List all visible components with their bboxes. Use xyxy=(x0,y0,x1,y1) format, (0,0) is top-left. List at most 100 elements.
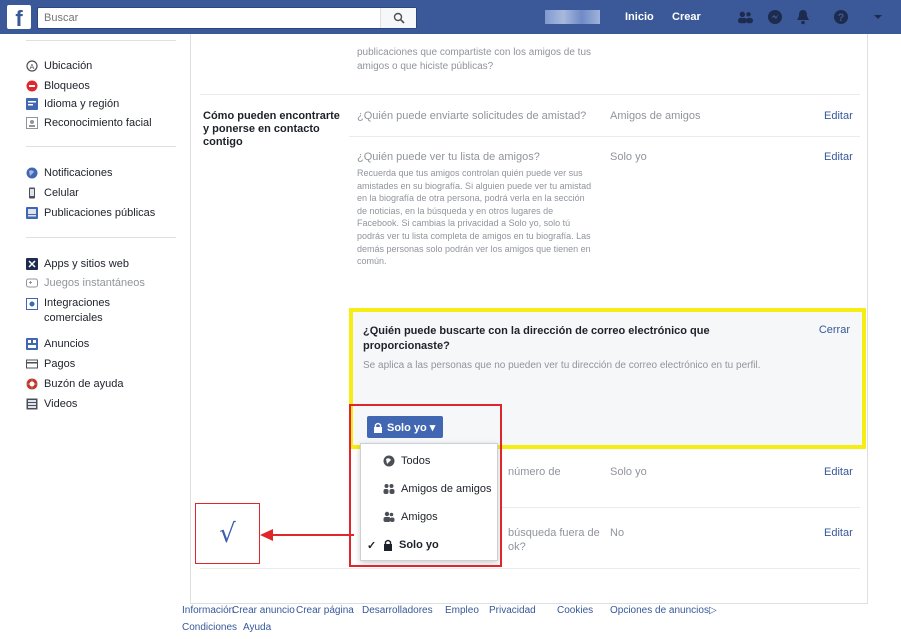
search-box xyxy=(37,7,417,29)
sidebar-item-payments[interactable]: Pagos xyxy=(26,358,75,370)
top-navigation-bar: f Inicio Crear ? xyxy=(0,0,901,34)
sidebar-item-instant-games[interactable]: Juegos instantáneos xyxy=(26,277,145,289)
notifications-bell-icon[interactable] xyxy=(795,9,811,25)
help-inbox-icon xyxy=(26,378,38,390)
footer-link-help[interactable]: Ayuda xyxy=(243,622,271,633)
edit-friend-list-link[interactable]: Editar xyxy=(824,151,853,163)
sidebar-item-videos[interactable]: Videos xyxy=(26,398,77,410)
ads-icon xyxy=(26,338,38,350)
row-divider xyxy=(349,136,860,137)
location-icon: A xyxy=(26,60,38,72)
sidebar-item-ads[interactable]: Anuncios xyxy=(26,338,89,350)
payments-icon xyxy=(26,359,38,369)
messenger-icon[interactable] xyxy=(767,9,783,25)
checkmark-icon: ✓ xyxy=(367,539,377,552)
profile-avatar[interactable] xyxy=(545,10,600,24)
audience-option-public[interactable]: Todos xyxy=(361,450,497,472)
search-icon xyxy=(393,12,405,24)
audience-option-friends[interactable]: Amigos xyxy=(361,506,497,528)
row-value: Solo yo xyxy=(610,466,647,478)
sidebar-item-apps[interactable]: Apps y sitios web xyxy=(26,258,129,270)
footer-link-about[interactable]: Información xyxy=(182,605,234,616)
friends-of-friends-icon xyxy=(383,484,395,494)
sidebar-divider xyxy=(26,146,176,147)
footer-link-ad-choices[interactable]: Opciones de anuncios▷ xyxy=(610,605,717,616)
search-button[interactable] xyxy=(380,8,416,28)
row-question-continued: ok? xyxy=(508,541,526,553)
close-link[interactable]: Cerrar xyxy=(819,324,850,336)
row-question: número de xyxy=(508,466,561,478)
section-title: Cómo pueden encontrarte y ponerse en con… xyxy=(203,110,340,148)
facebook-logo[interactable]: f xyxy=(7,5,31,29)
sidebar-item-label: Videos xyxy=(44,398,78,410)
footer-link-developers[interactable]: Desarrolladores xyxy=(362,605,433,616)
audience-option-friends-of-friends[interactable]: Amigos de amigos xyxy=(361,478,497,500)
audience-selector-button[interactable]: Solo yo ▾ xyxy=(367,416,444,438)
sidebar-divider xyxy=(26,237,176,238)
search-input[interactable] xyxy=(38,8,378,28)
sidebar-item-blocking[interactable]: Bloqueos xyxy=(26,80,90,92)
language-icon xyxy=(26,98,38,110)
sidebar-item-label: Apps y sitios web xyxy=(44,258,129,270)
sidebar-item-label: Buzón de ayuda xyxy=(44,378,124,390)
edit-friend-requests-link[interactable]: Editar xyxy=(824,110,853,122)
sidebar-item-face-recognition[interactable]: Reconocimiento facial xyxy=(26,117,152,129)
friend-requests-icon[interactable] xyxy=(737,9,753,25)
annotation-arrow-icon xyxy=(260,529,354,541)
row-value: No xyxy=(610,527,625,539)
apps-icon xyxy=(26,258,38,270)
block-icon xyxy=(26,80,38,92)
sidebar-item-label: Ubicación xyxy=(44,60,93,72)
row-question: búsqueda fuera de xyxy=(508,527,600,539)
edit-search-engines-link[interactable]: Editar xyxy=(824,527,853,539)
row-question: ¿Quién puede enviarte solicitudes de ami… xyxy=(357,110,587,122)
email-lookup-description: Se aplica a las personas que no pueden v… xyxy=(363,360,761,371)
footer-link-terms[interactable]: Condiciones xyxy=(182,622,237,633)
sidebar-item-label: Celular xyxy=(44,187,79,199)
lock-icon xyxy=(384,539,392,551)
games-icon xyxy=(26,278,38,288)
sidebar-item-location[interactable]: A Ubicación xyxy=(26,60,92,72)
sidebar-item-label: Anuncios xyxy=(44,338,90,350)
audience-option-label: Amigos xyxy=(401,511,438,523)
row-divider xyxy=(200,568,860,569)
sidebar-item-mobile[interactable]: Celular xyxy=(26,187,79,199)
previous-row-description: publicaciones que compartiste con los am… xyxy=(357,47,592,72)
row-value: Solo yo xyxy=(610,151,647,163)
footer-link-create-ad[interactable]: Crear anuncio xyxy=(232,605,295,616)
row-divider xyxy=(200,94,860,95)
sidebar-item-label: Juegos instantáneos xyxy=(44,277,145,289)
sidebar-cut-item xyxy=(26,34,176,41)
audience-option-label: Solo yo xyxy=(399,539,439,551)
audience-option-label: Todos xyxy=(401,455,431,467)
sidebar-item-language[interactable]: Idioma y región xyxy=(26,98,119,110)
footer-link-careers[interactable]: Empleo xyxy=(445,605,479,616)
videos-icon xyxy=(26,398,38,410)
row-value: Amigos de amigos xyxy=(610,110,701,122)
globe-icon xyxy=(383,455,395,467)
edit-phone-lookup-link[interactable]: Editar xyxy=(824,466,853,478)
sidebar-item-support-inbox[interactable]: Buzón de ayuda xyxy=(26,378,124,390)
svg-text:?: ? xyxy=(838,12,845,24)
mobile-icon xyxy=(29,187,35,199)
footer-link-privacy[interactable]: Privacidad xyxy=(489,605,536,616)
sidebar-item-notifications[interactable]: Notificaciones xyxy=(26,167,112,179)
sidebar-item-business-integrations[interactable]: Integraciones comerciales xyxy=(26,296,154,326)
email-lookup-title: ¿Quién puede buscarte con la dirección d… xyxy=(363,325,710,352)
nav-home-link[interactable]: Inicio xyxy=(625,11,654,23)
integrations-icon xyxy=(26,298,38,310)
chevron-down-icon[interactable] xyxy=(870,9,886,25)
sidebar-item-public-posts[interactable]: Publicaciones públicas xyxy=(26,207,155,219)
footer-link-cookies[interactable]: Cookies xyxy=(557,605,593,616)
row-divider xyxy=(500,507,860,508)
footer-link-create-page[interactable]: Crear página xyxy=(296,605,354,616)
row-question: ¿Quién puede ver tu lista de amigos? xyxy=(357,151,540,163)
help-icon[interactable]: ? xyxy=(833,9,849,25)
row-description: Recuerda que tus amigos controlan quién … xyxy=(357,168,592,267)
audience-selector-label: Solo yo ▾ xyxy=(387,421,436,434)
sidebar-item-label: Notificaciones xyxy=(44,167,113,179)
sidebar-item-label: Idioma y región xyxy=(44,98,120,110)
audience-option-only-me[interactable]: ✓ Solo yo xyxy=(361,534,497,556)
nav-create-link[interactable]: Crear xyxy=(672,11,701,23)
sidebar-item-label: Pagos xyxy=(44,358,76,370)
